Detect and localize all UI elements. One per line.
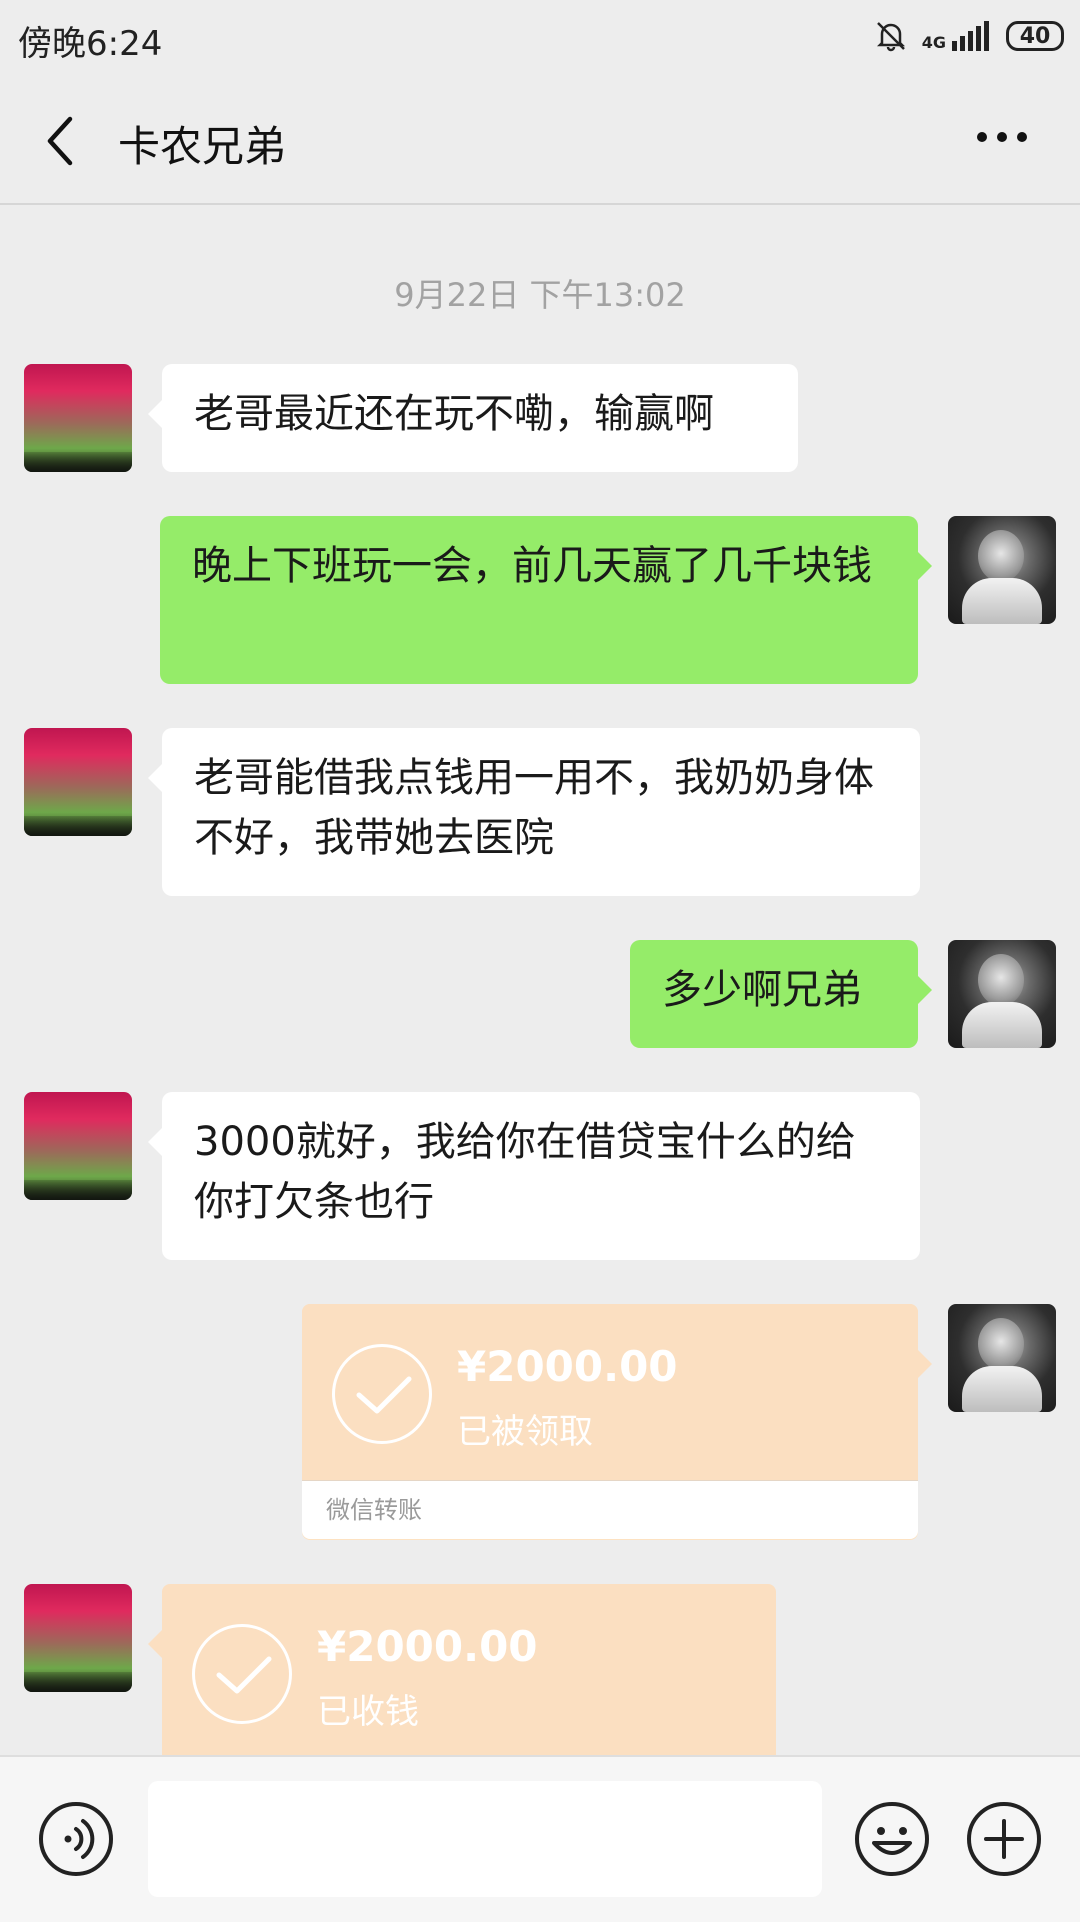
transfer-card[interactable]: ¥2000.00 已收钱 [148,1584,776,1755]
received-message-bubble[interactable]: 老哥最近还在玩不嘞，输赢啊 [148,364,798,472]
chat-header: 卡农兄弟 [0,75,1080,205]
battery-icon: 40 [1006,21,1064,51]
transfer-card-body: ¥2000.00 已被领取 [302,1304,918,1480]
message-timestamp: 9月22日 下午13:02 [394,276,686,314]
transfer-status: 已收钱 [317,1692,419,1732]
self-avatar[interactable] [948,1304,1056,1412]
received-message-bubble[interactable]: 3000就好，我给你在借贷宝什么的给你打欠条也行 [148,1092,920,1260]
transfer-footer: 微信转账 [302,1480,918,1539]
network-type: 4G [921,33,946,52]
transfer-amount: ¥2000.00 [317,1622,538,1671]
transfer-card[interactable]: ¥2000.00 已被领取 微信转账 [302,1304,932,1540]
self-avatar[interactable] [948,516,1056,624]
check-circle-icon [332,1344,432,1444]
sent-message-bubble[interactable]: 多少啊兄弟 [630,940,932,1048]
voice-input-icon[interactable] [38,1801,114,1877]
status-time: 傍晚6:24 [18,24,163,64]
back-arrow-icon[interactable] [40,113,88,169]
signal-group: 4G [922,21,992,51]
status-icons: 4G 40 [874,14,1064,58]
contact-avatar[interactable] [24,728,132,836]
transfer-amount: ¥2000.00 [457,1342,678,1391]
transfer-status: 已被领取 [457,1412,593,1452]
signal-icon [952,21,989,51]
status-bar: 傍晚6:24 4G 40 [0,0,1080,75]
self-avatar[interactable] [948,940,1056,1048]
sent-message-bubble[interactable]: 晚上下班玩一会，前几天赢了几千块钱 [160,516,932,684]
received-message-bubble[interactable]: 老哥能借我点钱用一用不，我奶奶身体不好，我带她去医院 [148,728,920,896]
more-options-icon[interactable] [974,127,1030,147]
emoji-icon[interactable] [854,1801,930,1877]
plus-icon[interactable] [966,1801,1042,1877]
contact-avatar[interactable] [24,1584,132,1692]
contact-avatar[interactable] [24,1092,132,1200]
contact-avatar[interactable] [24,364,132,472]
message-input[interactable] [148,1781,822,1897]
battery-level: 40 [1019,23,1051,49]
mute-bell-icon [876,22,905,52]
input-bar [0,1755,1080,1922]
check-circle-icon [192,1624,292,1724]
chat-title: 卡农兄弟 [118,122,287,171]
